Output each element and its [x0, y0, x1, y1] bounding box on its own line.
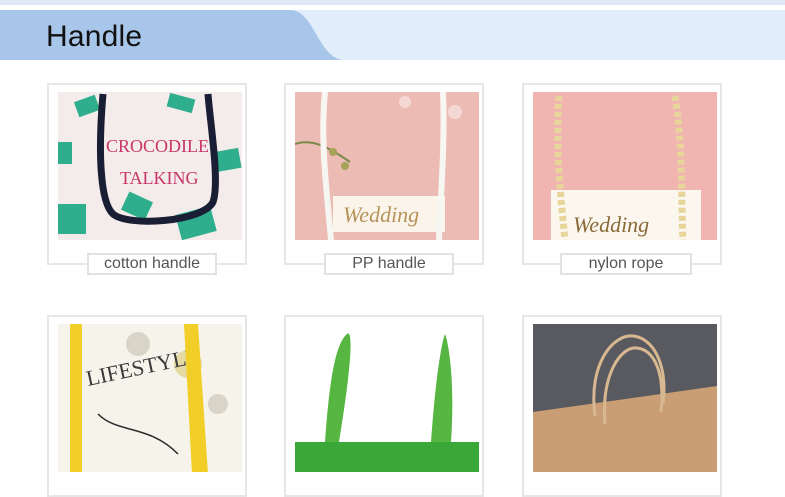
bag-photo: [295, 324, 479, 472]
product-card-pp-handle[interactable]: Wedding PP handle: [284, 83, 484, 275]
product-card-green-handle[interactable]: [284, 315, 484, 497]
bag-photo: CROCODILE TALKING: [58, 92, 242, 240]
svg-text:CROCODILE: CROCODILE: [106, 136, 209, 156]
top-divider: [0, 0, 785, 5]
card-caption: nylon rope: [560, 253, 692, 275]
product-card-ribbon[interactable]: LIFESTYLE: [47, 315, 247, 497]
card-caption: PP handle: [324, 253, 454, 275]
product-card-nylon-rope[interactable]: Wedding nylon rope: [522, 83, 722, 275]
svg-text:Wedding: Wedding: [573, 212, 649, 237]
product-card-kraft-handle[interactable]: [522, 315, 722, 497]
bag-photo: LIFESTYLE: [58, 324, 242, 472]
bag-photo: Wedding: [533, 92, 717, 240]
bag-photo: Wedding: [295, 92, 479, 240]
card-caption: cotton handle: [87, 253, 217, 275]
bag-photo: [533, 324, 717, 472]
svg-text:TALKING: TALKING: [120, 168, 199, 188]
section-title: Handle: [46, 20, 143, 53]
product-card-cotton-handle[interactable]: CROCODILE TALKING cotton handle: [47, 83, 247, 275]
svg-text:Wedding: Wedding: [343, 202, 419, 227]
section-header: Handle: [0, 10, 785, 60]
